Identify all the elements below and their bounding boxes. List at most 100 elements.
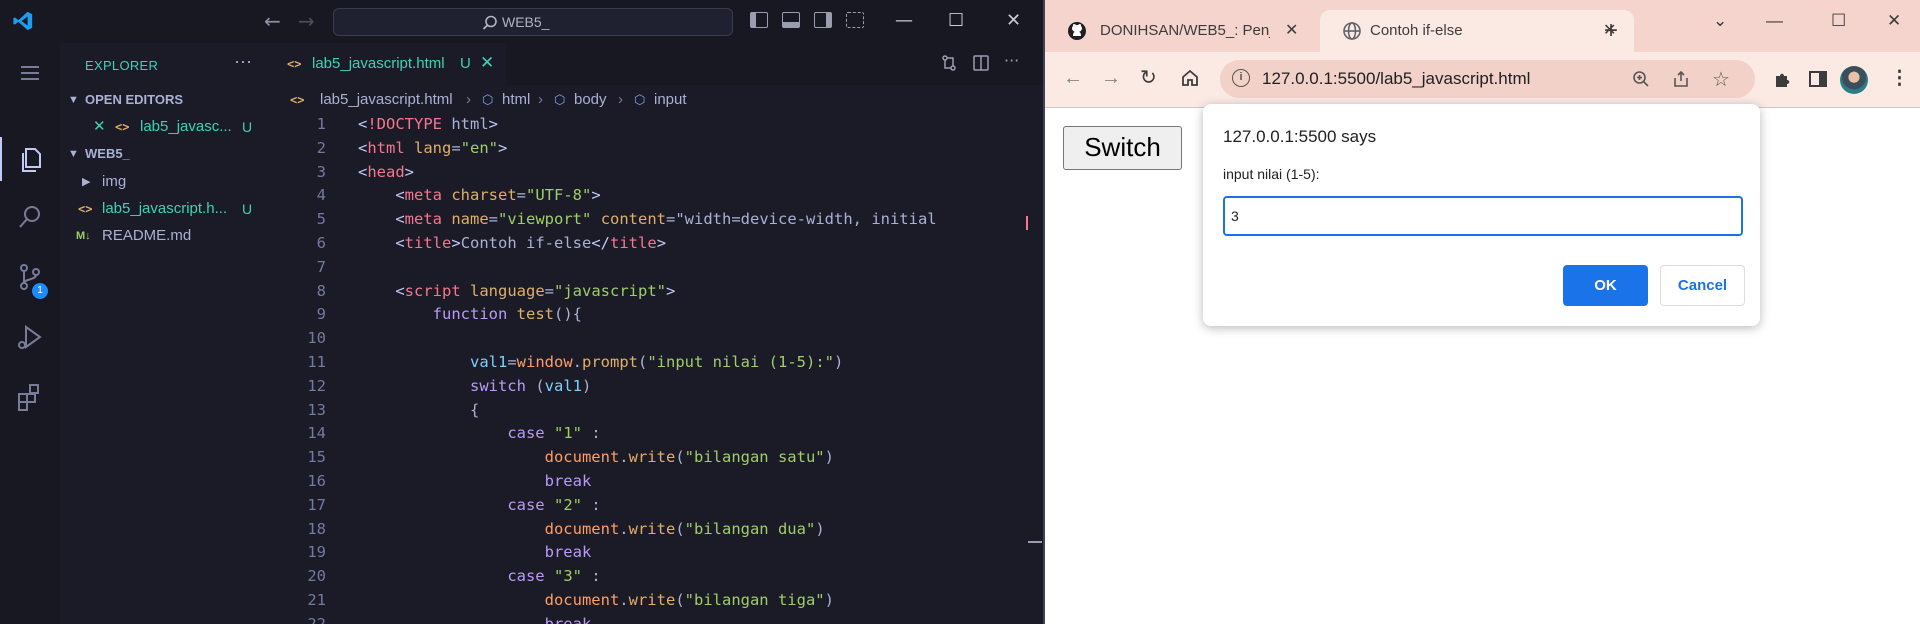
maximize-icon[interactable]: ☐ xyxy=(1831,10,1846,32)
line-number: 1 xyxy=(316,115,326,133)
code-line[interactable]: <meta name="viewport" content="width=dev… xyxy=(358,210,936,228)
tree-item-label: img xyxy=(102,173,127,190)
command-center-search[interactable]: WEB5_ xyxy=(333,8,733,36)
code-line[interactable]: <script language="javascript"> xyxy=(358,282,675,300)
line-number: 14 xyxy=(307,424,326,443)
split-editor-icon[interactable] xyxy=(972,54,990,72)
html-file-icon: <> xyxy=(287,57,302,71)
close-editor-icon[interactable]: ✕ xyxy=(93,116,106,138)
ok-button[interactable]: OK xyxy=(1563,265,1648,306)
toggle-secondary-sidebar-icon[interactable] xyxy=(814,12,832,28)
code-line[interactable]: document.write("bilangan tiga") xyxy=(358,591,834,609)
open-editors-label: OPEN EDITORS xyxy=(85,92,184,107)
open-editor-item[interactable]: ✕ <> lab5_javasc... U xyxy=(60,116,270,138)
tab-contoh-if-else[interactable]: Contoh if-else ✕ xyxy=(1320,10,1634,52)
minimize-icon[interactable]: — xyxy=(1766,10,1783,32)
line-number: 10 xyxy=(307,329,326,348)
tab-title: DONIHSAN/WEB5_: Penjelasan xyxy=(1100,22,1270,39)
extensions-puzzle-icon[interactable] xyxy=(1772,69,1792,89)
side-panel-icon[interactable] xyxy=(1808,69,1828,89)
tab-close-icon[interactable]: ✕ xyxy=(480,53,494,73)
explorer-sidebar: EXPLORER ··· ▼ OPEN EDITORS ✕ <> lab5_ja… xyxy=(60,43,270,624)
minimize-icon[interactable]: — xyxy=(895,10,913,32)
breadcrumb-separator: › xyxy=(538,91,543,108)
code-line[interactable]: switch (val1) xyxy=(358,377,591,395)
reload-icon[interactable]: ↻ xyxy=(1140,67,1157,89)
extensions-icon[interactable] xyxy=(14,381,46,413)
close-icon[interactable]: ✕ xyxy=(1006,10,1021,32)
code-line[interactable]: <head> xyxy=(358,163,414,181)
customize-layout-icon[interactable] xyxy=(846,12,864,28)
tab-github[interactable]: DONIHSAN/WEB5_: Penjelasan ✕ xyxy=(1045,10,1312,52)
share-icon[interactable] xyxy=(1672,70,1690,88)
toggle-panel-icon[interactable] xyxy=(782,12,800,28)
open-editors-section[interactable]: ▼ OPEN EDITORS xyxy=(60,89,270,111)
breadcrumb-file[interactable]: lab5_javascript.html xyxy=(320,91,453,108)
back-arrow-icon[interactable]: ← xyxy=(1063,67,1083,89)
code-line[interactable]: document.write("bilangan dua") xyxy=(358,520,825,538)
explorer-files-icon[interactable] xyxy=(14,143,46,175)
prompt-input[interactable] xyxy=(1223,196,1743,236)
cancel-button[interactable]: Cancel xyxy=(1660,265,1745,306)
menu-icon[interactable] xyxy=(14,57,46,89)
folder-section[interactable]: ▼ WEB5_ xyxy=(60,143,270,165)
zoom-icon[interactable] xyxy=(1632,70,1650,88)
switch-button[interactable]: Switch xyxy=(1063,126,1182,170)
breadcrumb-body[interactable]: body xyxy=(574,91,607,108)
code-editor[interactable]: 1 <!DOCTYPE html> 2 <html lang="en"> 3 <head>… xyxy=(270,115,1043,624)
command-center-label: WEB5_ xyxy=(502,14,550,30)
run-debug-icon[interactable] xyxy=(14,321,46,353)
bookmark-star-icon[interactable]: ☆ xyxy=(1712,67,1730,92)
code-line[interactable]: case "1" : xyxy=(358,424,600,442)
more-menu-icon[interactable]: ⋮ xyxy=(1890,68,1909,90)
tab-filename: lab5_javascript.html xyxy=(312,55,445,72)
new-tab-plus-icon[interactable]: + xyxy=(1604,17,1618,45)
line-number: 9 xyxy=(316,305,326,324)
code-line[interactable]: case "3" : xyxy=(358,567,600,585)
code-line[interactable]: <title>Contoh if-else</title> xyxy=(358,234,666,252)
toggle-primary-sidebar-icon[interactable] xyxy=(750,12,768,28)
code-line[interactable]: <html lang="en"> xyxy=(358,139,507,157)
site-info-icon[interactable]: i xyxy=(1232,69,1250,87)
code-line[interactable]: function test(){ xyxy=(358,305,582,323)
more-actions-icon[interactable]: ··· xyxy=(234,51,252,72)
close-icon[interactable]: ✕ xyxy=(1887,10,1901,32)
code-line[interactable]: break xyxy=(358,615,592,624)
tree-item-readme[interactable]: M↓ README.md xyxy=(60,225,270,247)
profile-avatar[interactable] xyxy=(1840,66,1868,94)
code-line[interactable]: <meta charset="UTF-8"> xyxy=(358,186,600,204)
maximize-icon[interactable]: ☐ xyxy=(948,10,964,32)
home-icon[interactable] xyxy=(1180,68,1200,88)
line-number: 5 xyxy=(316,210,326,229)
search-icon[interactable] xyxy=(14,201,46,233)
chrome-toolbar: ← → ↻ i 127.0.0.1:5500/lab5_javascript.h… xyxy=(1045,52,1920,108)
element-icon: ⬡ xyxy=(634,92,646,107)
html-file-icon: <> xyxy=(115,120,130,134)
dialog-origin: 127.0.0.1:5500 says xyxy=(1223,127,1377,146)
line-number: 3 xyxy=(316,162,326,181)
code-line[interactable]: val1=window.prompt("input nilai (1-5):") xyxy=(358,353,843,371)
breadcrumb-html[interactable]: html xyxy=(502,91,530,108)
tab-status: U xyxy=(460,55,471,72)
source-control-badge: 1 xyxy=(32,283,48,299)
globe-icon xyxy=(1343,22,1361,40)
address-bar[interactable]: i 127.0.0.1:5500/lab5_javascript.html ☆ xyxy=(1220,60,1755,98)
tree-item-img[interactable]: ▶ img xyxy=(60,171,270,193)
tab-search-chevron-icon[interactable]: ⌄ xyxy=(1713,10,1727,32)
code-line[interactable]: document.write("bilangan satu") xyxy=(358,448,834,466)
code-line[interactable]: case "2" : xyxy=(358,496,600,514)
breadcrumb-input[interactable]: input xyxy=(654,91,687,108)
tab-close-icon[interactable]: ✕ xyxy=(1285,20,1298,40)
tab-lab5-javascript[interactable]: <> lab5_javascript.html U ✕ xyxy=(270,43,506,85)
code-line[interactable]: break xyxy=(358,472,592,490)
forward-arrow-icon[interactable]: → xyxy=(1101,67,1121,89)
forward-arrow-icon[interactable]: → xyxy=(298,10,315,32)
more-actions-icon[interactable]: ··· xyxy=(1004,51,1022,70)
line-number: 8 xyxy=(316,281,326,300)
open-changes-icon[interactable] xyxy=(940,54,958,72)
back-arrow-icon[interactable]: ← xyxy=(264,10,281,32)
code-line[interactable]: { xyxy=(358,401,479,419)
code-line[interactable]: break xyxy=(358,543,592,561)
code-line[interactable]: <!DOCTYPE html> xyxy=(358,115,498,133)
tree-item-lab5[interactable]: <> lab5_javascript.h... U xyxy=(60,198,270,220)
